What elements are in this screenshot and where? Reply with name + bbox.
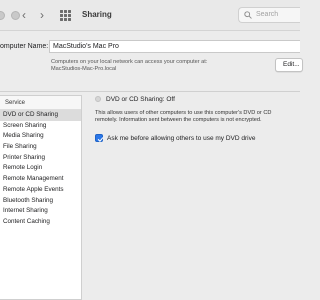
service-item-file-sharing[interactable]: File Sharing	[0, 142, 81, 153]
service-item-printer-sharing[interactable]: Printer Sharing	[0, 153, 81, 164]
service-list[interactable]: Service DVD or CD Sharing Screen Sharing…	[0, 95, 82, 300]
service-description: This allows users of other computers to …	[95, 110, 272, 116]
local-hostname: MacStudios-Mac-Pro.local	[51, 66, 117, 72]
service-item-remote-apple-events[interactable]: Remote Apple Events	[0, 185, 81, 196]
forward-button[interactable]: ›	[36, 8, 48, 22]
service-item-bluetooth-sharing[interactable]: Bluetooth Sharing	[0, 196, 81, 207]
back-button[interactable]: ‹	[18, 8, 30, 22]
service-description-line2: remotely. Information sent between the c…	[95, 117, 262, 123]
status-indicator-icon	[95, 96, 101, 102]
ask-before-sharing-checkbox[interactable]	[95, 134, 103, 142]
window-toolbar: ‹ › Sharing Search	[0, 0, 300, 31]
service-item-remote-login[interactable]: Remote Login	[0, 163, 81, 174]
service-status: DVD or CD Sharing: Off	[106, 96, 175, 103]
service-column-header: Service	[0, 96, 81, 110]
checkmark-icon	[97, 136, 103, 142]
service-item-internet-sharing[interactable]: Internet Sharing	[0, 206, 81, 217]
edit-hostname-button[interactable]: Edit...	[275, 58, 303, 72]
service-item-remote-management[interactable]: Remote Management	[0, 174, 81, 185]
service-item-media-sharing[interactable]: Media Sharing	[0, 131, 81, 142]
service-item-dvd-cd-sharing[interactable]: DVD or CD Sharing	[0, 110, 81, 121]
service-item-screen-sharing[interactable]: Screen Sharing	[0, 121, 81, 132]
window-control-button[interactable]	[0, 11, 5, 20]
computer-name-field[interactable]: MacStudio's Mac Pro	[49, 40, 300, 53]
search-input[interactable]: Search	[238, 7, 300, 23]
window-title: Sharing	[82, 10, 112, 19]
service-item-content-caching[interactable]: Content Caching	[0, 217, 81, 228]
computer-name-label: omputer Name:	[0, 43, 49, 50]
show-all-grid-icon[interactable]	[60, 10, 71, 21]
ask-before-sharing-label[interactable]: Ask me before allowing others to use my …	[107, 135, 255, 142]
search-icon	[244, 11, 252, 19]
computer-name-description: Computers on your local network can acce…	[51, 59, 208, 65]
search-placeholder: Search	[256, 11, 279, 18]
